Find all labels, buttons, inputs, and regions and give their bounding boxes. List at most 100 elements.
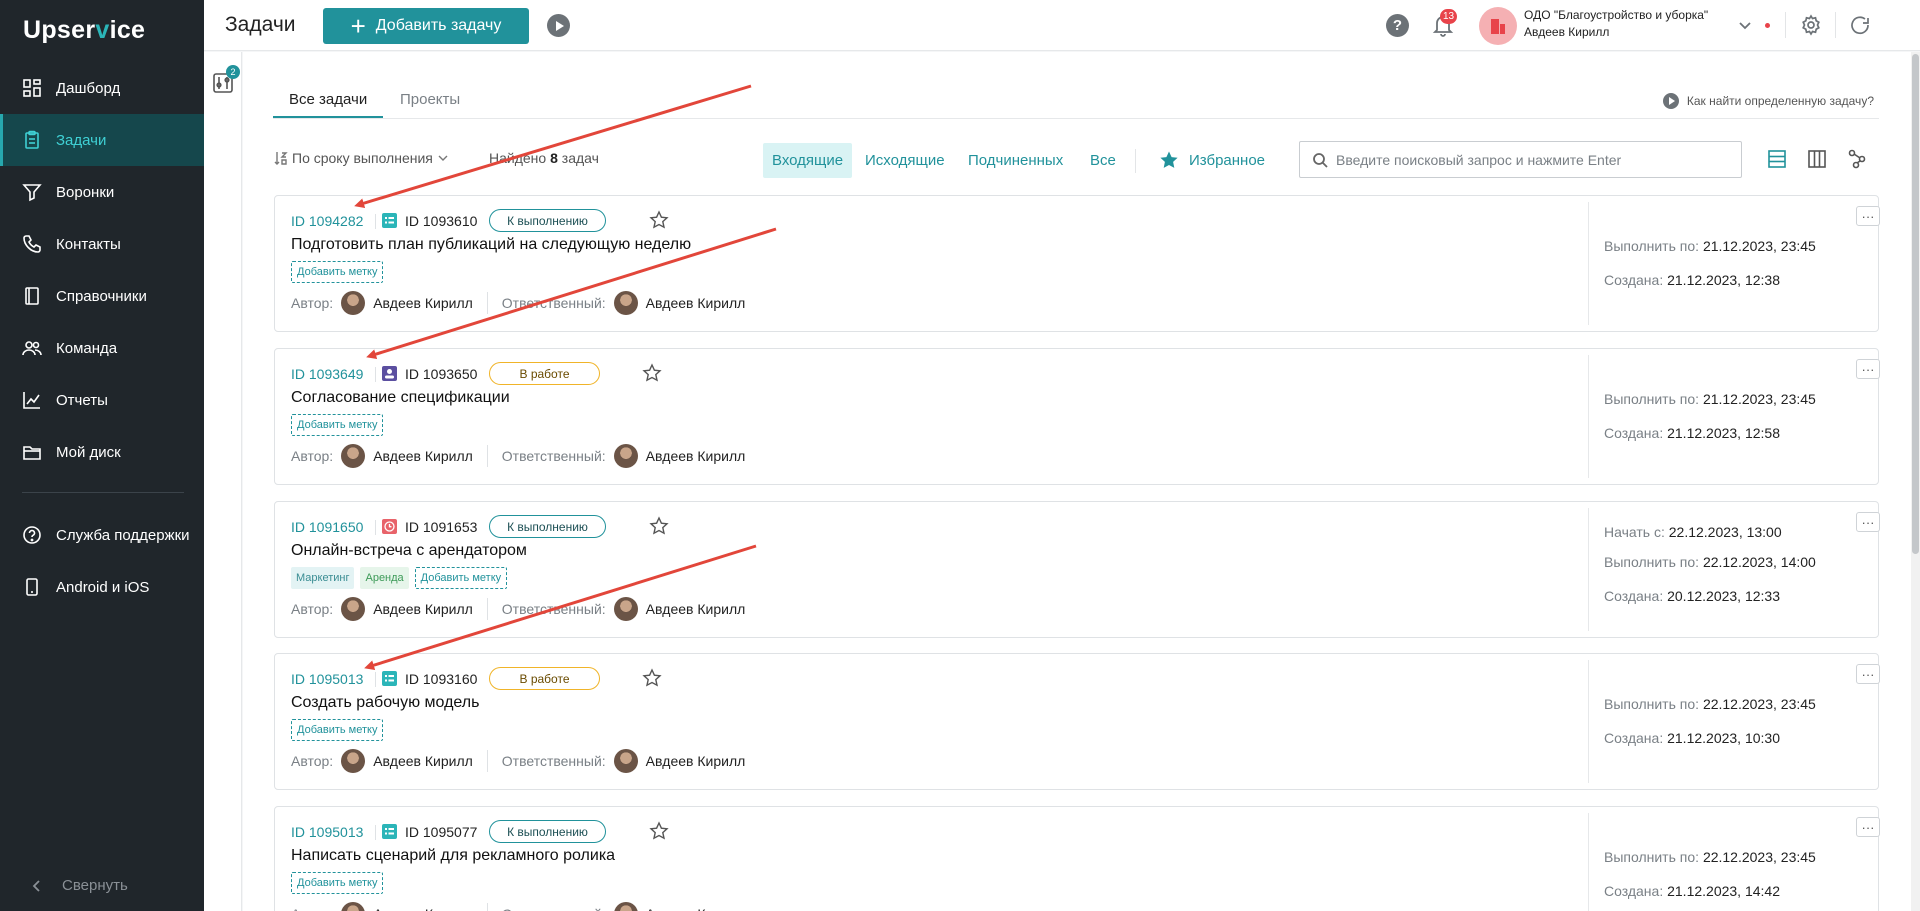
assignee-name[interactable]: Авдеев Кирилл [646,906,746,911]
sidebar-item-mobile-apps[interactable]: Android и iOS [0,561,204,613]
star-icon[interactable] [642,363,662,383]
assignee-name[interactable]: Авдеев Кирилл [646,448,746,464]
task-card[interactable]: ID 1091650 ID 1091653 К выполнению Онлайн-в… [274,501,1880,638]
search-box [1299,141,1742,178]
app-logo[interactable]: Upservice [23,16,145,45]
sort-dropdown[interactable]: По сроку выполнения [274,150,453,166]
assignee-name[interactable]: Авдеев Кирилл [646,753,746,769]
more-actions-button[interactable]: ··· [1856,664,1880,684]
add-tag-button[interactable]: Добавить метку [414,567,508,589]
sidebar-item-tasks[interactable]: Задачи [0,114,204,166]
parent-task-id[interactable]: ID 1095077 [405,824,477,840]
task-title[interactable]: Онлайн-встреча с арендатором [291,542,527,560]
favorites-filter[interactable]: Избранное [1159,150,1265,170]
tree-view-icon[interactable] [1846,148,1868,170]
avatar[interactable] [341,749,366,773]
sidebar-item-reports[interactable]: Отчеты [0,374,204,426]
add-tag-button[interactable]: Добавить метку [291,719,384,741]
tab-all-tasks[interactable]: Все задачи [289,91,367,108]
sidebar-item-label: Дашборд [56,79,121,97]
author-name[interactable]: Авдеев Кирилл [373,906,473,911]
avatar[interactable] [613,597,638,621]
star-icon[interactable] [649,210,669,230]
add-tag-button[interactable]: Добавить метку [291,414,384,436]
task-title[interactable]: Подготовить план публикаций на следующую… [291,236,691,254]
more-actions-button[interactable]: ··· [1856,206,1880,226]
more-actions-button[interactable]: ··· [1856,817,1880,837]
assignee-name[interactable]: Авдеев Кирилл [646,295,746,311]
more-actions-button[interactable]: ··· [1856,512,1880,532]
scrollbar-thumb[interactable] [1912,54,1919,554]
avatar[interactable] [341,444,366,468]
sidebar-item-contacts[interactable]: Контакты [0,218,204,270]
collapse-sidebar-button[interactable]: Свернуть [30,877,128,894]
status-badge[interactable]: К выполнению [489,209,606,232]
play-video-icon[interactable] [547,14,570,37]
task-tag[interactable]: Аренда [360,567,409,589]
parent-task-id[interactable]: ID 1093610 [405,213,477,229]
task-title[interactable]: Согласование спецификации [291,389,510,407]
find-task-help-link[interactable]: Как найти определенную задачу? [1662,93,1874,109]
author-name[interactable]: Авдеев Кирилл [373,601,473,617]
add-task-button[interactable]: + Добавить задачу [323,8,529,44]
filter-all[interactable]: Все [1081,143,1125,178]
assignee-name[interactable]: Авдеев Кирилл [646,601,746,617]
task-card[interactable]: ID 1095013 ID 1095077 К выполнению Написать… [274,806,1880,911]
task-title[interactable]: Создать рабочую модель [291,694,479,712]
parent-task-id[interactable]: ID 1093650 [405,366,477,382]
star-icon[interactable] [649,516,669,536]
sidebar-item-my-disk[interactable]: Мой диск [0,426,204,478]
task-card[interactable]: ID 1093649 ID 1093650 В работе Согласование… [274,348,1880,485]
tab-projects[interactable]: Проекты [400,91,460,108]
chevron-down-icon[interactable] [1738,18,1752,32]
kanban-view-icon[interactable] [1806,148,1828,170]
status-badge[interactable]: К выполнению [489,515,606,538]
add-tag-button[interactable]: Добавить метку [291,872,384,894]
id-divider [375,214,376,229]
filter-subordinates[interactable]: Подчиненных [959,143,1072,178]
avatar[interactable] [341,291,366,315]
filter-outgoing[interactable]: Исходящие [856,143,954,178]
avatar[interactable] [341,902,366,911]
author-name[interactable]: Авдеев Кирилл [373,448,473,464]
sidebar-item-dashboard[interactable]: Дашборд [0,62,204,114]
author-name[interactable]: Авдеев Кирилл [373,295,473,311]
task-id-link[interactable]: ID 1095013 [291,824,363,840]
status-badge[interactable]: В работе [489,362,600,385]
task-tag[interactable]: Маркетинг [291,567,355,589]
current-user-name[interactable]: Авдеев Кирилл [1524,25,1609,39]
task-card[interactable]: ID 1094282 ID 1093610 К выполнению Подготов… [274,195,1880,332]
sidebar-item-references[interactable]: Справочники [0,270,204,322]
parent-task-id[interactable]: ID 1093160 [405,671,477,687]
organization-name[interactable]: ОДО "Благоустройство и уборка" [1524,8,1708,22]
list-view-icon[interactable] [1766,148,1788,170]
author-name[interactable]: Авдеев Кирилл [373,753,473,769]
task-id-link[interactable]: ID 1095013 [291,671,363,687]
help-icon[interactable]: ? [1386,14,1409,37]
avatar[interactable] [341,597,366,621]
sidebar-item-funnels[interactable]: Воронки [0,166,204,218]
task-id-link[interactable]: ID 1094282 [291,213,363,229]
organization-avatar[interactable] [1479,7,1517,45]
star-icon[interactable] [642,668,662,688]
sidebar-item-support[interactable]: Служба поддержки [0,509,204,561]
sidebar-item-team[interactable]: Команда [0,322,204,374]
task-card[interactable]: ID 1095013 ID 1093160 В работе Создать рабо… [274,653,1880,790]
avatar[interactable] [613,444,638,468]
search-input[interactable] [1336,151,1716,168]
gear-icon[interactable] [1800,14,1822,36]
parent-task-id[interactable]: ID 1091653 [405,519,477,535]
task-id-link[interactable]: ID 1091650 [291,519,363,535]
status-badge[interactable]: В работе [489,667,600,690]
star-icon[interactable] [649,821,669,841]
filter-incoming[interactable]: Входящие [763,143,853,178]
avatar[interactable] [613,902,638,911]
avatar[interactable] [613,291,638,315]
task-id-link[interactable]: ID 1093649 [291,366,363,382]
task-title[interactable]: Написать сценарий для рекламного ролика [291,847,615,865]
logout-icon[interactable] [1850,14,1872,36]
status-badge[interactable]: К выполнению [489,820,606,843]
more-actions-button[interactable]: ··· [1856,359,1880,379]
add-tag-button[interactable]: Добавить метку [291,261,384,283]
avatar[interactable] [613,749,638,773]
